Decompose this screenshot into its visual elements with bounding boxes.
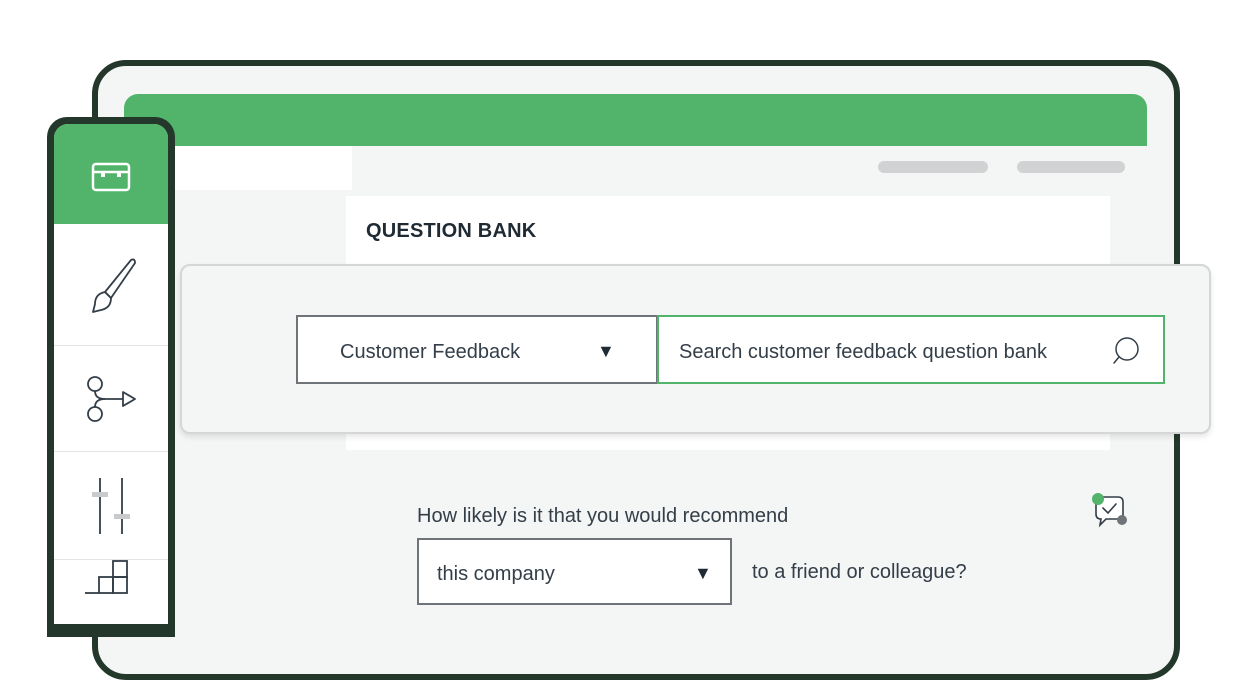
sidebar-item-options[interactable] <box>54 452 168 560</box>
category-select-value: Customer Feedback <box>340 341 521 363</box>
sidebar-item-blocks[interactable] <box>54 560 168 624</box>
question-text: How likely is it that you would recommen… <box>417 505 789 527</box>
header-placeholder-pill <box>878 161 988 173</box>
question-bank-title: QUESTION BANK <box>366 220 537 242</box>
question-suffix: to a friend or colleague? <box>752 561 967 583</box>
sidebar-item-build[interactable] <box>54 124 168 224</box>
search-input-placeholder: Search customer feedback question bank <box>679 341 1047 363</box>
sidebar-item-design[interactable] <box>54 224 168 346</box>
sidebar <box>54 124 168 624</box>
search-icon[interactable] <box>1111 335 1143 367</box>
blocks-icon <box>85 560 128 594</box>
window-header-bar <box>124 94 1147 146</box>
sliders-icon <box>92 477 130 534</box>
header-placeholder-pill <box>1017 161 1125 173</box>
chat-check-icon[interactable] <box>1090 492 1128 528</box>
subject-select-value: this company <box>437 563 555 585</box>
logic-branch-icon <box>87 375 136 422</box>
caret-down-icon[interactable]: ▼ <box>597 341 615 362</box>
paintbrush-icon <box>92 258 136 313</box>
caret-down-icon[interactable]: ▼ <box>694 563 712 584</box>
toolbox-icon <box>91 162 131 192</box>
sidebar-item-logic[interactable] <box>54 346 168 452</box>
